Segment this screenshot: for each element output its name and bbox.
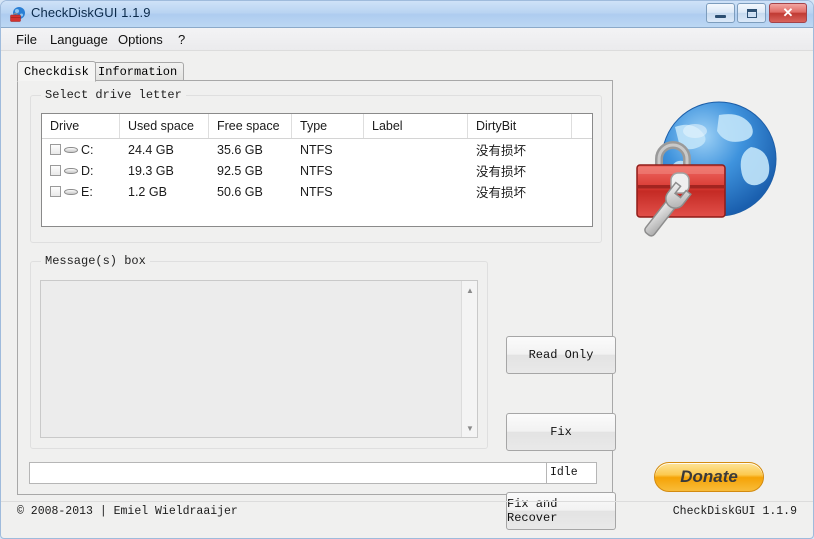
select-drive-group: Select drive letter Drive Used space Fre… <box>30 88 602 243</box>
cell-dirtybit: 没有损坏 <box>476 164 527 179</box>
footer-copyright: © 2008-2013 | Emiel Wieldraaijer <box>17 505 238 518</box>
table-row[interactable]: D: 19.3 GB 92.5 GB NTFS 没有损坏 <box>42 160 592 181</box>
window-title: CheckDiskGUI 1.1.9 <box>31 5 151 20</box>
menu-item-file[interactable]: File <box>11 31 42 48</box>
maximize-icon <box>738 4 765 22</box>
minimize-icon <box>707 4 734 22</box>
drive-table-header: Drive Used space Free space Type Label D… <box>42 114 592 139</box>
cell-drive: C: <box>42 139 120 160</box>
column-header-spacer <box>572 114 592 138</box>
cell-drive: D: <box>42 160 120 181</box>
read-only-button[interactable]: Read Only <box>506 336 616 374</box>
menu-item-language[interactable]: Language <box>45 31 113 48</box>
tab-panel-checkdisk: Select drive letter Drive Used space Fre… <box>17 80 616 530</box>
drive-letter: D: <box>81 163 94 178</box>
footer-separator <box>1 501 813 502</box>
cell-label <box>364 181 468 202</box>
cell-dirtybit: 没有损坏 <box>476 185 527 200</box>
status-bar: Idle <box>29 462 597 484</box>
scroll-up-icon[interactable]: ▲ <box>462 282 478 298</box>
menu-item-options[interactable]: Options <box>113 31 168 48</box>
cell-type: NTFS <box>300 184 333 199</box>
table-row[interactable]: C: 24.4 GB 35.6 GB NTFS 没有损坏 <box>42 139 592 160</box>
menu-item-help[interactable]: ? <box>173 31 190 48</box>
drive-table[interactable]: Drive Used space Free space Type Label D… <box>41 113 593 227</box>
cell-used-space: 19.3 GB <box>128 163 174 178</box>
messages-scrollbar[interactable]: ▲ ▼ <box>461 281 477 437</box>
close-button[interactable]: ✕ <box>769 3 807 23</box>
cell-free-space: 92.5 GB <box>217 163 263 178</box>
messages-group: Message(s) box ▲ ▼ <box>30 254 488 449</box>
cell-type: NTFS <box>300 163 333 178</box>
cell-free-space: 35.6 GB <box>217 142 263 157</box>
disk-icon <box>64 187 78 197</box>
cell-label <box>364 160 468 181</box>
column-header-used-space[interactable]: Used space <box>120 114 209 138</box>
select-drive-group-caption: Select drive letter <box>41 88 186 102</box>
donate-button[interactable]: Donate <box>654 462 764 492</box>
drive-checkbox-d[interactable] <box>50 165 61 176</box>
application-window: CheckDiskGUI 1.1.9 ✕ File Language Optio… <box>0 0 814 539</box>
cell-label <box>364 139 468 160</box>
messages-textarea[interactable]: ▲ ▼ <box>40 280 478 438</box>
scroll-down-icon[interactable]: ▼ <box>462 420 478 436</box>
table-row[interactable]: E: 1.2 GB 50.6 GB NTFS 没有损坏 <box>42 181 592 202</box>
column-header-dirtybit[interactable]: DirtyBit <box>468 114 572 138</box>
title-bar: CheckDiskGUI 1.1.9 ✕ <box>1 1 813 28</box>
drive-letter: E: <box>81 184 93 199</box>
status-text: Idle <box>550 466 578 479</box>
drive-letter: C: <box>81 142 94 157</box>
status-bar-separator <box>546 463 547 483</box>
cell-free-space: 50.6 GB <box>217 184 263 199</box>
disk-icon <box>64 145 78 155</box>
tab-checkdisk[interactable]: Checkdisk <box>17 61 96 82</box>
close-icon: ✕ <box>782 5 794 20</box>
cell-drive: E: <box>42 181 120 202</box>
fix-and-recover-button[interactable]: Fix and Recover <box>506 492 616 530</box>
cell-used-space: 24.4 GB <box>128 142 174 157</box>
minimize-button[interactable] <box>706 3 735 23</box>
cell-dirtybit: 没有损坏 <box>476 143 527 158</box>
drive-checkbox-e[interactable] <box>50 186 61 197</box>
column-header-type[interactable]: Type <box>292 114 364 138</box>
messages-group-caption: Message(s) box <box>41 254 150 268</box>
maximize-button[interactable] <box>737 3 766 23</box>
column-header-free-space[interactable]: Free space <box>209 114 292 138</box>
drive-checkbox-c[interactable] <box>50 144 61 155</box>
menu-bar: File Language Options ? <box>1 28 813 51</box>
disk-icon <box>64 166 78 176</box>
cell-type: NTFS <box>300 142 333 157</box>
tab-information[interactable]: Information <box>91 62 185 81</box>
globe-toolbox-logo <box>636 101 777 237</box>
fix-button[interactable]: Fix <box>506 413 616 451</box>
globe-toolbox-icon <box>10 7 25 22</box>
column-header-drive[interactable]: Drive <box>42 114 120 138</box>
footer-version: CheckDiskGUI 1.1.9 <box>672 505 797 518</box>
column-header-label[interactable]: Label <box>364 114 468 138</box>
cell-used-space: 1.2 GB <box>128 184 167 199</box>
